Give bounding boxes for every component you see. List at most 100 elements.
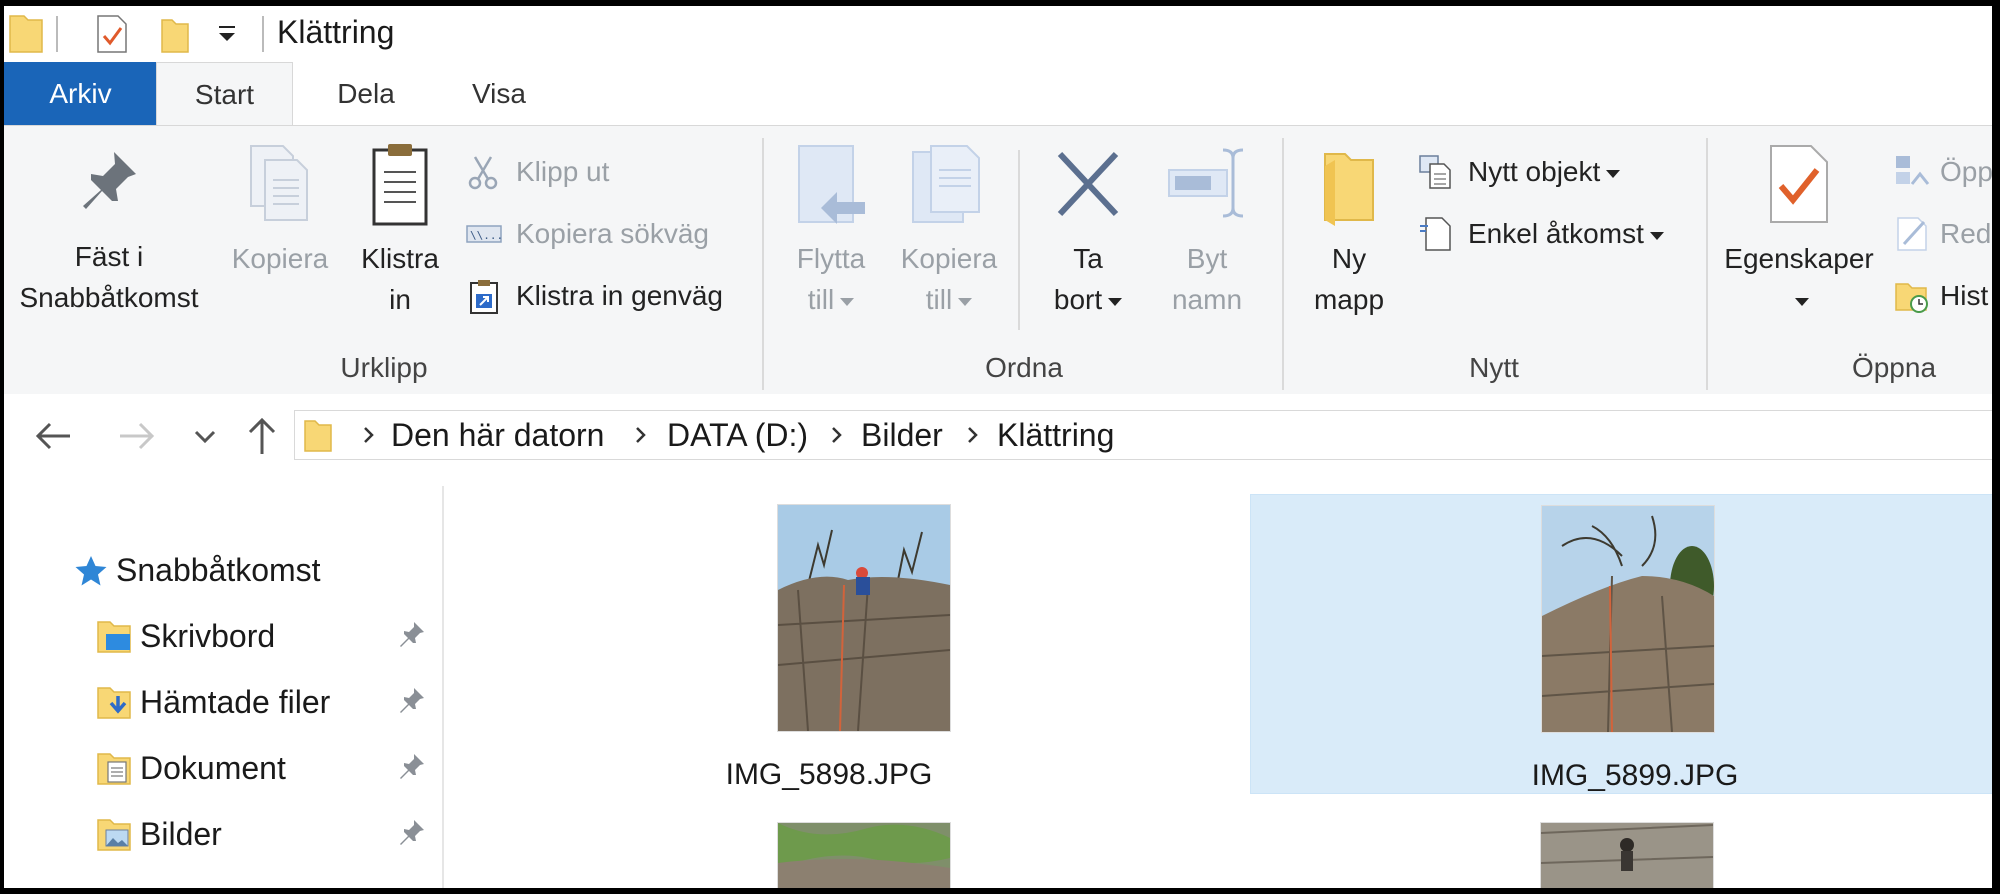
image-thumbnail[interactable] (777, 822, 951, 888)
copy-to-icon (912, 145, 980, 223)
easy-access-label: Enkel åtkomst (1468, 214, 1664, 254)
breadcrumb-item[interactable]: Klättring (997, 417, 1114, 454)
dropdown-caret-icon (1606, 169, 1621, 178)
window-title: Klättring (277, 14, 395, 50)
copy-to-label-line1: Kopiera (900, 243, 998, 274)
new-folder-quick-icon[interactable] (160, 16, 190, 54)
ribbon-tabs: Arkiv Start Dela Visa (4, 62, 1992, 127)
nav-item-skrivbord[interactable]: Skrivbord (96, 608, 436, 664)
group-label-urklipp: Urklipp (340, 352, 428, 383)
title-bar: Klättring (4, 6, 1992, 62)
up-arrow-icon[interactable] (240, 414, 284, 458)
scissors-icon (468, 156, 498, 190)
easy-access-button[interactable]: Enkel åtkomst (1418, 214, 1698, 254)
divider (262, 16, 264, 52)
nav-quick-access-label: Snabbåtkomst (116, 552, 321, 588)
group-label-ordna: Ordna (985, 352, 1063, 383)
properties-quick-icon[interactable] (96, 14, 128, 54)
image-thumbnail[interactable] (1540, 822, 1714, 888)
dropdown-caret-icon (1795, 297, 1809, 306)
new-item-label-text: Nytt objekt (1468, 156, 1601, 187)
nav-item-label: Bilder (140, 816, 222, 852)
new-item-button[interactable]: Nytt objekt (1418, 152, 1678, 192)
nav-item-hamtade-filer[interactable]: Hämtade filer (96, 674, 436, 730)
navigation-pane: Snabbåtkomst Skrivbord Hämtade filer Dok… (4, 486, 444, 888)
ribbon: Fäst i Snabbåtkomst Kopiera Klistra in K… (4, 125, 1992, 395)
new-folder-button[interactable]: Ny mapp (1294, 136, 1404, 320)
edit-icon (1897, 217, 1927, 251)
new-item-label: Nytt objekt (1468, 152, 1621, 192)
history-button[interactable]: Hist (1894, 276, 1992, 316)
navigation-bar: Den här datorn DATA (D:) Bilder Klättrin… (4, 394, 1992, 474)
pin-icon[interactable] (396, 686, 426, 716)
breadcrumb-chevron-icon[interactable] (359, 425, 379, 445)
image-thumbnail (1541, 505, 1715, 733)
back-arrow-icon[interactable] (32, 414, 76, 458)
dropdown-caret-icon (958, 297, 973, 306)
delete-button[interactable]: Ta bort (1038, 136, 1138, 320)
nav-item-label: Skrivbord (140, 618, 276, 654)
nav-item-dokument[interactable]: Dokument (96, 740, 436, 796)
move-to-button[interactable]: Flytta till (776, 136, 886, 320)
copy-to-label-line2: till (890, 279, 1008, 320)
file-name: IMG_5898.JPG (725, 758, 933, 791)
paste-button[interactable]: Klistra in (350, 136, 450, 320)
pin-icon[interactable] (396, 752, 426, 782)
nav-item-label: Hämtade filer (140, 684, 331, 720)
edit-label: Redi (1940, 218, 1992, 249)
star-icon (75, 556, 107, 586)
pin-label-line1: Fäst i (74, 241, 144, 272)
nav-item-bilder[interactable]: Bilder (96, 806, 436, 862)
breadcrumb-item[interactable]: Den här datorn (391, 417, 604, 454)
copy-to-button[interactable]: Kopiera till (890, 136, 1008, 320)
copy-button[interactable]: Kopiera (218, 136, 342, 279)
copy-path-icon: \\... (466, 225, 502, 243)
delete-x-icon (1057, 151, 1119, 217)
paste-shortcut-button[interactable]: Klistra in genväg (466, 276, 746, 316)
paste-shortcut-icon (470, 280, 498, 314)
tab-arkiv[interactable]: Arkiv (4, 62, 157, 125)
open-button[interactable]: Öpp (1894, 152, 1992, 192)
pin-to-quick-access-button[interactable]: Fäst i Snabbåtkomst (14, 136, 204, 318)
pin-icon[interactable] (396, 620, 426, 650)
file-name: IMG_5899.JPG (1531, 759, 1739, 792)
move-to-label-line1: Flytta (796, 243, 866, 274)
move-to-icon (798, 145, 865, 224)
properties-label: Egenskaper (1724, 243, 1874, 274)
breadcrumb-chevron-icon[interactable] (631, 425, 651, 445)
cut-button[interactable]: Klipp ut (466, 152, 726, 192)
delete-label-line2: bort (1038, 279, 1138, 320)
breadcrumb-item[interactable]: Bilder (861, 417, 943, 454)
rename-label-line1: Byt (1186, 243, 1228, 274)
properties-button[interactable]: Egenskaper (1716, 136, 1882, 320)
address-bar[interactable]: Den här datorn DATA (D:) Bilder Klättrin… (294, 410, 1992, 460)
rename-icon (1168, 148, 1244, 218)
rename-button[interactable]: Byt namn (1154, 136, 1260, 320)
copy-path-button[interactable]: \\... Kopiera sökväg (466, 214, 726, 254)
copy-path-label: Kopiera sökväg (516, 218, 710, 249)
customize-toolbar-dropdown-icon[interactable] (216, 24, 238, 44)
breadcrumb-chevron-icon[interactable] (963, 425, 983, 445)
edit-button[interactable]: Redi (1894, 214, 1992, 254)
pin-icon[interactable] (396, 818, 426, 848)
history-folder-icon (1895, 283, 1928, 313)
forward-arrow-icon[interactable] (114, 414, 158, 458)
tab-visa[interactable]: Visa (464, 62, 534, 125)
new-folder-label-line2: mapp (1313, 284, 1385, 315)
file-tile-selected[interactable]: IMG_5899.JPG (1250, 494, 1992, 794)
tab-start[interactable]: Start (156, 62, 293, 127)
recent-locations-chevron-icon[interactable] (188, 414, 222, 458)
breadcrumb-item[interactable]: DATA (D:) (667, 417, 808, 454)
nav-item-label: Dokument (140, 750, 286, 786)
copy-to-label-line2-text: till (925, 284, 953, 315)
group-label-nytt: Nytt (1469, 352, 1519, 383)
file-view: IMG_5898.JPG IMG_5899.JPG (444, 486, 1992, 888)
easy-access-icon (1420, 217, 1451, 251)
history-label: Hist (1940, 280, 1989, 311)
file-tile[interactable]: IMG_5898.JPG (444, 494, 1214, 794)
tab-dela[interactable]: Dela (326, 62, 406, 125)
documents-folder-icon (97, 753, 131, 785)
properties-dropdown[interactable] (1716, 279, 1882, 320)
breadcrumb-chevron-icon[interactable] (827, 425, 847, 445)
open-label: Öpp (1940, 156, 1992, 187)
